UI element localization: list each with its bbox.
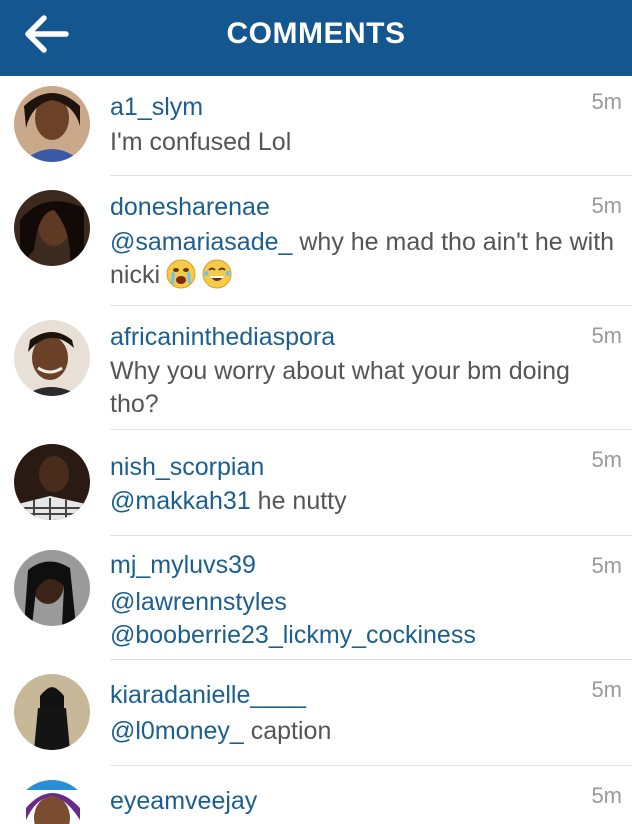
comment-item: africaninthediaspora 5m Why you worry ab… <box>0 306 632 430</box>
avatar[interactable] <box>14 86 90 162</box>
comment-username[interactable]: nish_scorpian <box>110 452 264 482</box>
top-bar: COMMENTS <box>0 0 632 76</box>
comment-timestamp: 5m <box>591 553 622 578</box>
comment-item: donesharenae 5m @samariasade_ why he mad… <box>0 176 632 306</box>
comment-item: a1_slym 5m I'm confused Lol <box>0 76 632 176</box>
comment-text: Why you worry about what your bm doing t… <box>110 355 615 421</box>
comment-timestamp: 5m <box>591 193 622 218</box>
comment-timestamp: 5m <box>591 447 622 472</box>
comment-timestamp: 5m <box>591 89 622 114</box>
avatar[interactable] <box>14 190 90 266</box>
comment-item: mj_myluvs39 5m @lawrennstyles @booberrie… <box>0 536 632 660</box>
mention-link[interactable]: @samariasade_ <box>110 228 292 256</box>
avatar[interactable] <box>14 550 90 626</box>
comment-item: eyeamveejay 5m <box>0 766 632 824</box>
avatar[interactable] <box>14 780 90 824</box>
comment-username[interactable]: mj_myluvs39 <box>110 550 256 580</box>
comment-timestamp: 5m <box>591 323 622 348</box>
mention-link[interactable]: @l0money_ <box>110 717 244 745</box>
comment-text-content: Why you worry about what your bm doing t… <box>110 357 570 418</box>
page-title: COMMENTS <box>226 17 406 50</box>
crying-face-emoji <box>166 259 196 289</box>
comment-text-content: he nutty <box>250 487 347 515</box>
comment-text: @l0money_ caption <box>110 715 615 748</box>
tears-of-joy-emoji <box>202 259 232 289</box>
comment-text-content: caption <box>243 717 332 745</box>
comment-timestamp: 5m <box>591 677 622 702</box>
comment-text-content: I'm confused Lol <box>110 128 292 156</box>
comment-username[interactable]: kiaradanielle____ <box>110 680 306 710</box>
comment-text: @makkah31 he nutty <box>110 485 615 518</box>
mention-link[interactable]: @makkah31 <box>110 487 251 515</box>
mention-link[interactable]: @lawrennstyles <box>110 586 615 619</box>
avatar[interactable] <box>14 444 90 520</box>
comment-timestamp: 5m <box>591 783 622 808</box>
comment-username[interactable]: africaninthediaspora <box>110 322 335 352</box>
avatar[interactable] <box>14 674 90 750</box>
mention-link[interactable]: @booberrie23_lickmy_cockiness <box>110 619 615 652</box>
comment-text: @samariasade_ why he mad tho ain't he wi… <box>110 226 615 292</box>
comment-username[interactable]: eyeamveejay <box>110 786 257 816</box>
comment-text: I'm confused Lol <box>110 126 615 159</box>
comment-text: @lawrennstyles @booberrie23_lickmy_cocki… <box>110 586 615 652</box>
comment-username[interactable]: donesharenae <box>110 192 270 222</box>
comment-item: kiaradanielle____ 5m @l0money_ caption <box>0 660 632 766</box>
comment-username[interactable]: a1_slym <box>110 92 203 122</box>
avatar[interactable] <box>14 320 90 396</box>
comment-item: nish_scorpian 5m @makkah31 he nutty <box>0 430 632 536</box>
